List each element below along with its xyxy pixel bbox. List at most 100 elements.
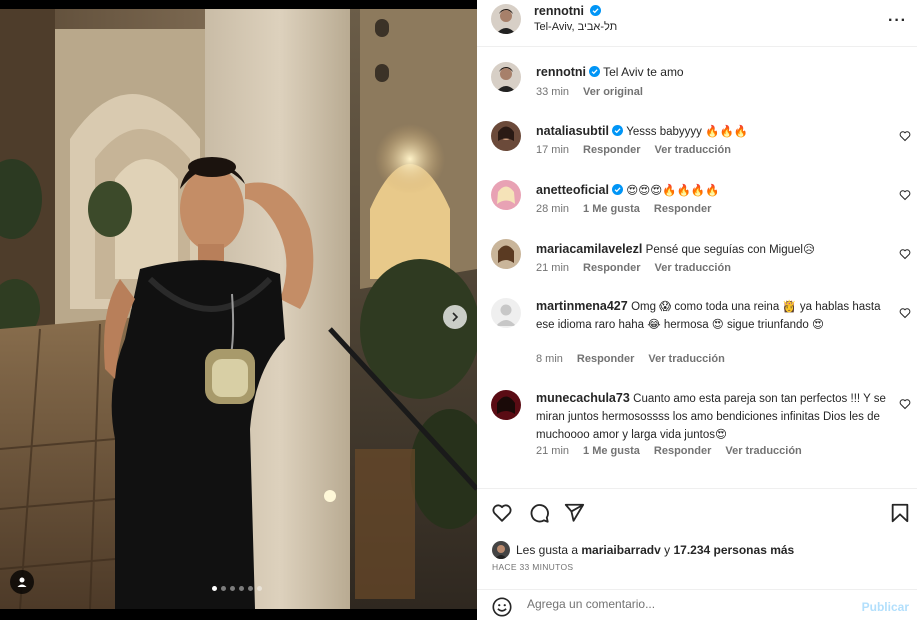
comment-username[interactable]: nataliasubtil xyxy=(536,124,609,138)
bookmark-icon[interactable] xyxy=(889,502,911,524)
post-header: rennotni Tel-Aviv, תל-אביב ··· xyxy=(477,0,917,47)
commenter-avatar[interactable] xyxy=(491,121,521,151)
author-username[interactable]: rennotni xyxy=(534,4,584,18)
default-avatar-icon xyxy=(491,298,521,328)
like-comment-heart-icon[interactable] xyxy=(899,130,911,142)
comment-time: 17 min xyxy=(536,144,570,156)
comment-time: 21 min xyxy=(536,262,570,274)
comment-text: anetteoficial 😍😍😍🔥🔥🔥🔥 xyxy=(536,182,889,200)
avatar-image xyxy=(491,121,521,151)
comment-input[interactable] xyxy=(527,597,847,611)
comment-time: 8 min xyxy=(536,353,563,365)
avatar-image xyxy=(491,4,521,34)
add-comment-bar: Publicar xyxy=(477,589,917,620)
like-comment-heart-icon[interactable] xyxy=(899,398,911,410)
liker-username[interactable]: mariaibarradv xyxy=(581,543,660,557)
comment-item: munecachula73 Cuanto amo esta pareja son… xyxy=(477,390,917,465)
comment-body: 😍😍😍🔥🔥🔥🔥 xyxy=(626,185,720,197)
like-comment-heart-icon[interactable] xyxy=(899,189,911,201)
comment-username[interactable]: munecachula73 xyxy=(536,391,630,405)
caption-time: 33 min xyxy=(536,86,570,98)
carousel-dot xyxy=(212,586,217,591)
carousel-dot xyxy=(248,586,253,591)
photo-image xyxy=(0,9,477,609)
reply-link[interactable]: Responder xyxy=(577,353,634,365)
like-comment-heart-icon[interactable] xyxy=(899,248,911,260)
author-avatar[interactable] xyxy=(491,62,521,92)
comment-meta: 21 min 1 Me gusta Responder Ver traducci… xyxy=(536,445,802,457)
author-avatar[interactable] xyxy=(491,4,521,34)
avatar-image xyxy=(491,180,521,210)
reply-link[interactable]: Responder xyxy=(583,144,640,156)
verified-icon xyxy=(611,125,623,136)
avatar-image xyxy=(491,390,521,420)
post-photo[interactable] xyxy=(0,9,477,609)
caption-text: rennotni Tel Aviv te amo xyxy=(536,64,889,81)
verified-icon xyxy=(611,184,623,195)
caption-body: Tel Aviv te amo xyxy=(603,65,684,79)
reply-link[interactable]: Responder xyxy=(654,445,711,457)
tagged-users-button[interactable] xyxy=(10,570,34,594)
verified-icon xyxy=(589,66,600,77)
likes-summary[interactable]: Les gusta a mariaibarradv y 17.234 perso… xyxy=(492,541,794,559)
comment-username[interactable]: mariacamilavelezl xyxy=(536,242,642,256)
more-icon: ··· xyxy=(888,12,907,29)
comment-username[interactable]: anetteoficial xyxy=(536,183,609,197)
post-time: HACE 33 MINUTOS xyxy=(492,562,574,572)
comment-likes-count[interactable]: 1 Me gusta xyxy=(583,445,640,457)
post-location[interactable]: Tel-Aviv, תל-אביב xyxy=(534,21,617,33)
like-comment-heart-icon[interactable] xyxy=(899,307,911,319)
comment-likes-count[interactable]: 1 Me gusta xyxy=(583,203,640,215)
carousel-dot xyxy=(239,586,244,591)
reply-link[interactable]: Responder xyxy=(654,203,711,215)
caption: rennotni Tel Aviv te amo 33 min Ver orig… xyxy=(477,62,917,102)
translate-link[interactable]: Ver traducción xyxy=(725,445,801,457)
comment-item: mariacamilavelezl Pensé que seguías con … xyxy=(477,239,917,279)
caption-meta: 33 min Ver original xyxy=(536,86,643,98)
reply-link[interactable]: Responder xyxy=(583,262,640,274)
more-options-button[interactable]: ··· xyxy=(888,12,907,30)
comment-text: martinmena427 Omg 😱 como toda una reina … xyxy=(536,298,889,334)
commenter-avatar[interactable] xyxy=(491,239,521,269)
comments-list: rennotni Tel Aviv te amo 33 min Ver orig… xyxy=(477,48,917,488)
comment-time: 21 min xyxy=(536,445,570,457)
heart-icon[interactable] xyxy=(491,502,513,524)
carousel-dot xyxy=(257,586,262,591)
commenter-avatar[interactable] xyxy=(491,390,521,420)
verified-icon xyxy=(590,5,602,16)
share-icon[interactable] xyxy=(563,502,585,524)
comment-username[interactable]: martinmena427 xyxy=(536,299,628,313)
avatar-image xyxy=(491,62,521,92)
comment-meta: 8 min Responder Ver traducción xyxy=(536,353,725,365)
comment-text: nataliasubtil Yesss babyyyy 🔥🔥🔥 xyxy=(536,123,889,141)
translate-link[interactable]: Ver traducción xyxy=(648,353,724,365)
caption-username[interactable]: rennotni xyxy=(536,65,586,79)
comment-text: munecachula73 Cuanto amo esta pareja son… xyxy=(536,390,889,444)
view-original-link[interactable]: Ver original xyxy=(583,86,643,98)
publish-button[interactable]: Publicar xyxy=(862,600,909,614)
comment-meta: 17 min Responder Ver traducción xyxy=(536,144,731,156)
commenter-avatar[interactable] xyxy=(491,180,521,210)
user-tag-icon xyxy=(17,577,27,587)
post-actions: Les gusta a mariaibarradv y 17.234 perso… xyxy=(477,488,917,620)
post-modal: rennotni Tel-Aviv, תל-אביב ··· rennotni … xyxy=(0,0,917,620)
commenter-avatar[interactable] xyxy=(491,298,521,328)
post-side-panel: rennotni Tel-Aviv, תל-אביב ··· rennotni … xyxy=(477,0,917,620)
translate-link[interactable]: Ver traducción xyxy=(655,262,731,274)
emoji-icon[interactable] xyxy=(491,596,513,618)
comment-text: mariacamilavelezl Pensé que seguías con … xyxy=(536,241,889,259)
header-user-block: rennotni xyxy=(534,4,602,18)
carousel-dot xyxy=(230,586,235,591)
carousel-indicator xyxy=(212,586,262,591)
avatar-image xyxy=(491,239,521,269)
comment-item: anetteoficial 😍😍😍🔥🔥🔥🔥 28 min 1 Me gusta … xyxy=(477,180,917,220)
likes-others[interactable]: 17.234 personas más xyxy=(673,543,794,557)
comment-time: 28 min xyxy=(536,203,570,215)
comment-body: Pensé que seguías con Miguel😥 xyxy=(645,244,815,256)
comment-item: nataliasubtil Yesss babyyyy 🔥🔥🔥 17 min R… xyxy=(477,121,917,161)
translate-link[interactable]: Ver traducción xyxy=(655,144,731,156)
chevron-right-icon xyxy=(452,312,459,322)
comment-item: martinmena427 Omg 😱 como toda una reina … xyxy=(477,298,917,373)
next-photo-button[interactable] xyxy=(443,305,467,329)
comment-icon[interactable] xyxy=(528,502,550,524)
